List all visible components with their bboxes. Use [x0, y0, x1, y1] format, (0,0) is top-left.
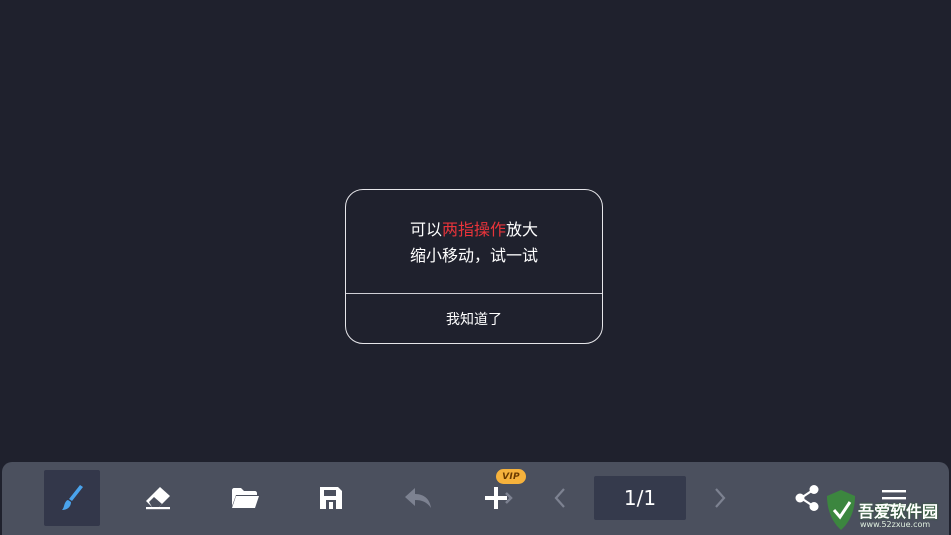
drawing-canvas[interactable]: 可以两指操作放大 缩小移动，试一试 我知道了 [0, 0, 951, 462]
open-file-button[interactable] [217, 470, 273, 526]
undo-button[interactable] [390, 470, 446, 526]
chevron-right-icon [715, 488, 726, 508]
undo-icon [405, 488, 431, 508]
got-it-button[interactable]: 我知道了 [346, 294, 602, 343]
tip-message: 可以两指操作放大 缩小移动，试一试 [346, 217, 602, 269]
eraser-icon [146, 487, 170, 510]
bottom-toolbar: VIP 1/1 吾爱软件园 www.52zxue.com [2, 462, 949, 535]
folder-open-icon [232, 488, 259, 508]
site-watermark: 吾爱软件园 www.52zxue.com [824, 488, 949, 534]
tip-line-1-prefix: 可以 [409, 220, 442, 239]
next-page-button[interactable] [692, 470, 748, 526]
save-icon [320, 487, 342, 509]
gesture-tip-dialog: 可以两指操作放大 缩小移动，试一试 我知道了 [345, 189, 603, 344]
tip-line-2: 缩小移动，试一试 [409, 246, 538, 265]
tip-line-1: 可以两指操作放大 [346, 217, 602, 243]
plus-icon [485, 487, 513, 509]
chevron-left-icon [554, 488, 565, 508]
brush-button[interactable] [44, 470, 100, 526]
page-indicator: 1/1 [594, 476, 686, 520]
eraser-button[interactable] [130, 470, 186, 526]
tip-line-1-suffix: 放大 [506, 220, 539, 239]
watermark-text: 吾爱软件园 [858, 502, 939, 521]
shield-logo-icon [827, 490, 855, 530]
watermark-url: www.52zxue.com [860, 520, 931, 529]
vip-badge: VIP [496, 469, 526, 484]
prev-page-button[interactable] [532, 470, 588, 526]
brush-icon [62, 485, 83, 510]
share-icon [795, 485, 819, 511]
tip-highlight: 两指操作 [441, 220, 506, 239]
save-button[interactable] [303, 470, 359, 526]
